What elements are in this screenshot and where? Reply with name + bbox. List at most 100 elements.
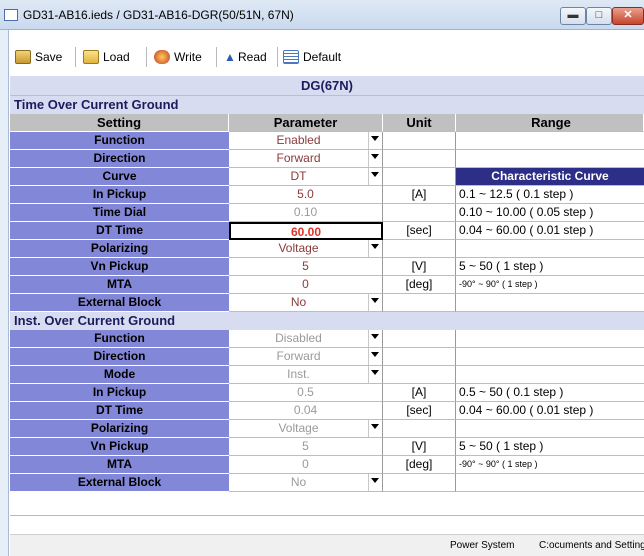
chevron-down-icon	[371, 172, 379, 177]
parameter-input[interactable]: 5.0	[229, 186, 383, 204]
range-label	[456, 474, 644, 492]
parameter-input[interactable]: 0	[229, 276, 383, 294]
maximize-button[interactable]: □	[586, 7, 612, 25]
table-row: Time Dial 0.10 0.10 ~ 10.00 ( 0.05 step )	[10, 204, 644, 222]
chevron-down-icon	[371, 334, 379, 339]
parameter-dropdown[interactable]: Disabled	[229, 330, 383, 348]
parameter-value: Disabled	[275, 331, 322, 345]
unit-label: [sec]	[383, 222, 456, 240]
toolbar: Save Load Write ▲ Read Default	[10, 42, 644, 72]
write-button[interactable]: Write	[151, 46, 205, 68]
chevron-down-icon	[371, 298, 379, 303]
parameter-value: 0	[302, 277, 309, 291]
unit-label	[383, 150, 456, 168]
dropdown-arrow-button[interactable]	[368, 132, 382, 149]
setting-label: Function	[10, 132, 229, 150]
parameter-input[interactable]: 0	[229, 456, 383, 474]
read-icon: ▲	[224, 50, 236, 64]
table-row: In Pickup 0.5 [A] 0.5 ~ 50 ( 0.1 step )	[10, 384, 644, 402]
dropdown-arrow-button[interactable]	[368, 366, 382, 383]
unit-label: [deg]	[383, 276, 456, 294]
characteristic-curve-button[interactable]: Characteristic Curve	[456, 168, 644, 186]
table-row: In Pickup 5.0 [A] 0.1 ~ 12.5 ( 0.1 step )	[10, 186, 644, 204]
parameter-value: Voltage	[278, 241, 319, 255]
dropdown-arrow-button[interactable]	[368, 240, 382, 257]
parameter-value: 5	[302, 259, 309, 273]
table-row: Polarizing Voltage	[10, 240, 644, 258]
parameter-dropdown[interactable]: DT	[229, 168, 383, 186]
default-button[interactable]: Default	[280, 46, 344, 68]
table-row: Vn Pickup 5 [V] 5 ~ 50 ( 1 step )	[10, 258, 644, 276]
close-button[interactable]: ✕	[612, 7, 644, 25]
parameter-value: DT	[290, 169, 307, 183]
unit-label	[383, 330, 456, 348]
unit-label	[383, 294, 456, 312]
setting-label: DT Time	[10, 402, 229, 420]
window-frame-left	[0, 30, 9, 556]
dropdown-arrow-button[interactable]	[368, 420, 382, 437]
parameter-dropdown[interactable]: Voltage	[229, 240, 383, 258]
range-label: 0.04 ~ 60.00 ( 0.01 step )	[456, 402, 644, 420]
range-label	[456, 294, 644, 312]
parameter-input[interactable]: 60.00	[229, 222, 383, 240]
column-header: Parameter	[229, 114, 383, 132]
table-row: Mode Inst.	[10, 366, 644, 384]
range-label: 5 ~ 50 ( 1 step )	[456, 258, 644, 276]
parameter-input[interactable]: 0.10	[229, 204, 383, 222]
parameter-dropdown[interactable]: Forward	[229, 150, 383, 168]
parameter-input[interactable]: 5	[229, 438, 383, 456]
parameter-value: Inst.	[287, 367, 310, 381]
parameter-value: 0.04	[293, 403, 318, 417]
read-button[interactable]: ▲ Read	[221, 46, 270, 68]
dropdown-arrow-button[interactable]	[368, 474, 382, 491]
dropdown-arrow-button[interactable]	[368, 348, 382, 365]
parameter-input[interactable]: 0.5	[229, 384, 383, 402]
column-header: Range	[456, 114, 644, 132]
dropdown-arrow-button[interactable]	[368, 294, 382, 311]
unit-label: [deg]	[383, 456, 456, 474]
parameter-dropdown[interactable]: Inst.	[229, 366, 383, 384]
table-row: Vn Pickup 5 [V] 5 ~ 50 ( 1 step )	[10, 438, 644, 456]
dropdown-arrow-button[interactable]	[368, 168, 382, 185]
dropdown-arrow-button[interactable]	[368, 150, 382, 167]
save-icon	[15, 50, 31, 64]
parameter-dropdown[interactable]: No	[229, 474, 383, 492]
parameter-dropdown[interactable]: Enabled	[229, 132, 383, 150]
range-label	[456, 330, 644, 348]
load-button[interactable]: Load	[80, 46, 133, 68]
parameter-value: Enabled	[276, 133, 321, 147]
range-label	[456, 150, 644, 168]
save-button[interactable]: Save	[12, 46, 65, 68]
unit-label	[383, 474, 456, 492]
unit-label	[383, 204, 456, 222]
range-label: 0.04 ~ 60.00 ( 0.01 step )	[456, 222, 644, 240]
parameter-input[interactable]: 5	[229, 258, 383, 276]
table-row: MTA 0 [deg] -90° ~ 90° ( 1 step )	[10, 276, 644, 294]
unit-label	[383, 132, 456, 150]
minimize-button[interactable]: ▬	[560, 7, 586, 25]
setting-label: External Block	[10, 294, 229, 312]
chevron-down-icon	[371, 478, 379, 483]
setting-label: Vn Pickup	[10, 438, 229, 456]
setting-label: Function	[10, 330, 229, 348]
range-label: 0.10 ~ 10.00 ( 0.05 step )	[456, 204, 644, 222]
parameter-dropdown[interactable]: Forward	[229, 348, 383, 366]
unit-label	[383, 168, 456, 186]
parameter-value: 0	[302, 457, 309, 471]
setting-label: Polarizing	[10, 240, 229, 258]
parameter-value: 0.5	[297, 385, 314, 399]
range-label: -90° ~ 90° ( 1 step )	[456, 276, 644, 294]
chevron-down-icon	[371, 352, 379, 357]
parameter-input[interactable]: 0.04	[229, 402, 383, 420]
divider	[10, 515, 644, 516]
dropdown-arrow-button[interactable]	[368, 330, 382, 347]
unit-label: [A]	[383, 186, 456, 204]
range-label: -90° ~ 90° ( 1 step )	[456, 456, 644, 474]
parameter-dropdown[interactable]: No	[229, 294, 383, 312]
setting-label: Curve	[10, 168, 229, 186]
status-path: C:ocuments and Settings•l Po	[539, 540, 644, 551]
chevron-down-icon	[371, 154, 379, 159]
status-system: Power System	[450, 540, 515, 551]
table-title: DG(67N)	[10, 76, 644, 96]
parameter-dropdown[interactable]: Voltage	[229, 420, 383, 438]
